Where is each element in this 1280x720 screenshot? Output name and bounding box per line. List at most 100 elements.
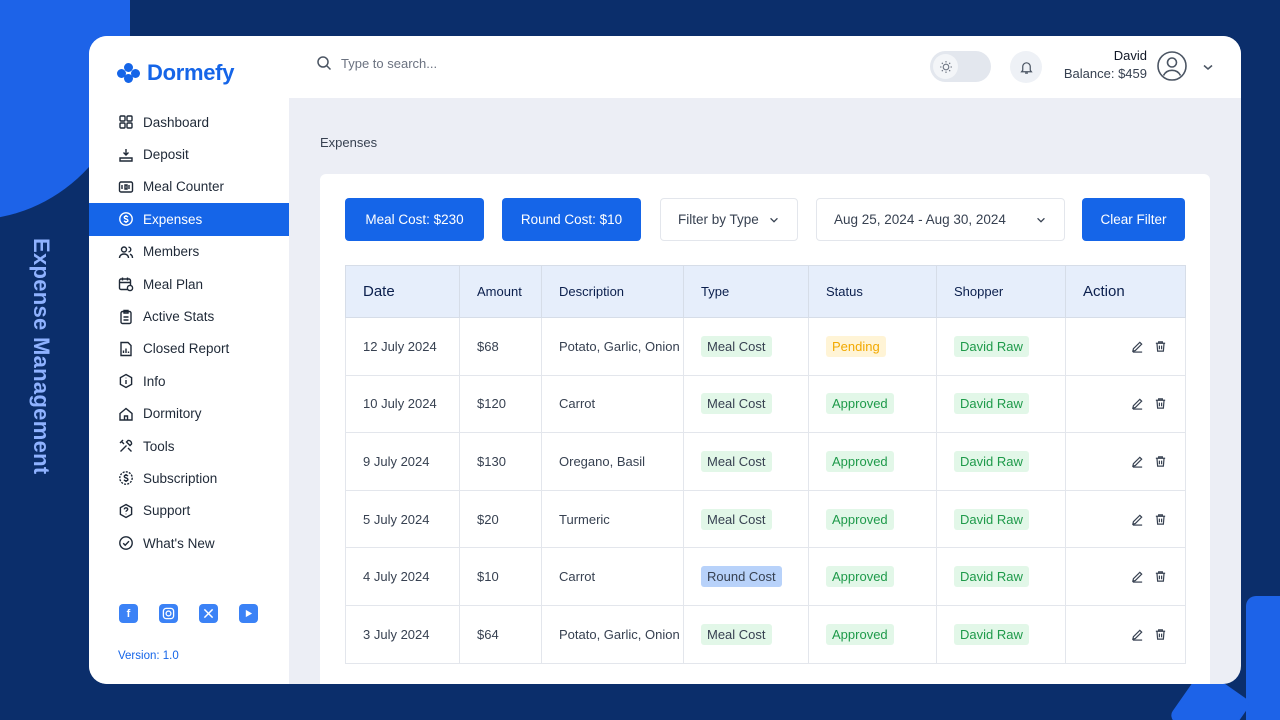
sidebar-item-info[interactable]: Info	[89, 365, 289, 397]
clear-filter-button[interactable]: Clear Filter	[1082, 198, 1185, 241]
search-input[interactable]	[341, 55, 541, 71]
edit-icon[interactable]	[1131, 513, 1144, 526]
shopper-badge: David Raw	[954, 508, 1029, 530]
meal-cost-button[interactable]: Meal Cost: $230	[345, 198, 484, 241]
sidebar-item-meal-counter[interactable]: Meal Counter	[89, 171, 289, 203]
logo[interactable]: Dormefy	[117, 60, 234, 86]
grid-icon	[119, 115, 133, 129]
edit-icon[interactable]	[1131, 397, 1144, 411]
sidebar: Dormefy Dashboard Deposit Meal Counter E…	[89, 36, 289, 684]
type-badge: Meal Cost	[701, 335, 772, 357]
cell-amount: $10	[459, 547, 542, 606]
avatar-icon[interactable]	[1156, 50, 1188, 82]
top-bar: David Balance: $459	[289, 36, 1241, 98]
sidebar-item-dormitory[interactable]: Dormitory	[89, 398, 289, 430]
column-header-type[interactable]: Type	[683, 265, 809, 318]
sidebar-item-active-stats[interactable]: Active Stats	[89, 300, 289, 332]
expenses-table-wrapper: Date Amount Description Type Status Shop…	[345, 265, 1186, 664]
status-badge: Approved	[826, 623, 894, 645]
background-shape	[1246, 596, 1280, 720]
cell-amount: $20	[459, 490, 542, 548]
sidebar-item-closed-report[interactable]: Closed Report	[89, 333, 289, 365]
sidebar-item-label: Meal Plan	[143, 276, 204, 292]
page-title: Expenses	[320, 135, 378, 150]
table-row: 3 July 2024 $64 Potato, Garlic, Onion Me…	[345, 605, 1186, 664]
sidebar-item-label: Dormitory	[143, 406, 202, 422]
facebook-icon[interactable]: f	[119, 604, 138, 623]
trash-icon[interactable]	[1154, 513, 1167, 526]
cell-amount: $68	[459, 317, 542, 376]
column-header-amount[interactable]: Amount	[459, 265, 542, 318]
cell-description: Potato, Garlic, Onion	[541, 317, 684, 376]
table-row: 4 July 2024 $10 Carrot Round Cost Approv…	[345, 547, 1186, 606]
status-badge: Pending	[826, 335, 886, 357]
sidebar-nav: Dashboard Deposit Meal Counter Expenses …	[89, 106, 289, 559]
sidebar-item-tools[interactable]: Tools	[89, 430, 289, 462]
sidebar-item-dashboard[interactable]: Dashboard	[89, 106, 289, 138]
status-badge: Approved	[826, 508, 894, 530]
trash-icon[interactable]	[1154, 397, 1167, 410]
expenses-panel: Meal Cost: $230 Round Cost: $10 Filter b…	[320, 174, 1210, 684]
user-name: David	[1113, 48, 1147, 63]
edit-icon[interactable]	[1131, 570, 1144, 583]
sidebar-item-support[interactable]: Support	[89, 495, 289, 527]
cell-date: 4 July 2024	[345, 547, 460, 606]
sidebar-item-subscription[interactable]: Subscription	[89, 462, 289, 494]
shopper-badge: David Raw	[954, 393, 1029, 415]
edit-icon[interactable]	[1131, 340, 1144, 353]
column-header-status[interactable]: Status	[808, 265, 937, 318]
type-badge: Meal Cost	[701, 450, 772, 472]
sidebar-item-deposit[interactable]: Deposit	[89, 138, 289, 170]
sidebar-item-meal-plan[interactable]: Meal Plan	[89, 268, 289, 300]
chevron-down-icon[interactable]	[1201, 60, 1215, 74]
edit-icon[interactable]	[1131, 455, 1144, 468]
type-filter-select[interactable]: Filter by Type	[660, 198, 798, 241]
sidebar-item-label: Meal Counter	[143, 179, 225, 195]
edit-icon[interactable]	[1131, 628, 1144, 641]
trash-icon[interactable]	[1154, 340, 1167, 353]
side-caption: Expense Management	[29, 238, 54, 475]
sun-icon	[933, 54, 958, 79]
cell-description: Turmeric	[541, 490, 684, 548]
sidebar-item-whats-new[interactable]: What's New	[89, 527, 289, 559]
cell-amount: $64	[459, 605, 542, 664]
type-badge: Meal Cost	[701, 393, 772, 415]
cell-description: Carrot	[541, 547, 684, 606]
sidebar-item-expenses[interactable]: Expenses	[89, 203, 289, 236]
dollar-icon	[119, 471, 133, 486]
user-info[interactable]: David Balance: $459	[1059, 48, 1147, 81]
trash-icon[interactable]	[1154, 570, 1167, 583]
youtube-icon[interactable]	[239, 604, 258, 623]
round-cost-button[interactable]: Round Cost: $10	[502, 198, 641, 241]
status-badge: Approved	[826, 566, 894, 588]
column-header-shopper[interactable]: Shopper	[936, 265, 1066, 318]
sidebar-item-label: Info	[143, 373, 166, 389]
date-range-label: Aug 25, 2024 - Aug 30, 2024	[834, 212, 1006, 227]
shopper-badge: David Raw	[954, 566, 1029, 588]
cell-amount: $130	[459, 432, 542, 491]
app-name: Dormefy	[147, 60, 235, 85]
sidebar-item-label: Expenses	[143, 211, 203, 227]
column-header-description[interactable]: Description	[541, 265, 684, 318]
x-icon[interactable]	[199, 604, 218, 623]
shopper-badge: David Raw	[954, 623, 1029, 645]
sidebar-item-members[interactable]: Members	[89, 236, 289, 268]
date-range-select[interactable]: Aug 25, 2024 - Aug 30, 2024	[816, 198, 1065, 241]
home-icon	[119, 407, 133, 421]
calendar-icon	[118, 277, 134, 292]
trash-icon[interactable]	[1154, 455, 1167, 468]
cell-date: 3 July 2024	[345, 605, 460, 664]
table-row: 10 July 2024 $120 Carrot Meal Cost Appro…	[345, 375, 1186, 433]
trash-icon[interactable]	[1154, 628, 1167, 641]
column-header-date[interactable]: Date	[345, 265, 460, 318]
clipboard-icon	[120, 309, 132, 324]
members-icon	[118, 246, 134, 258]
notification-button[interactable]	[1010, 51, 1042, 83]
filter-bar: Meal Cost: $230 Round Cost: $10 Filter b…	[345, 198, 1185, 241]
sidebar-item-label: Tools	[143, 438, 175, 454]
theme-toggle[interactable]	[930, 51, 991, 82]
instagram-icon[interactable]	[159, 604, 178, 623]
status-badge: Approved	[826, 450, 894, 472]
expenses-table: Date Amount Description Type Status Shop…	[345, 265, 1186, 664]
main-content: Expenses Meal Cost: $230 Round Cost: $10…	[289, 98, 1241, 684]
